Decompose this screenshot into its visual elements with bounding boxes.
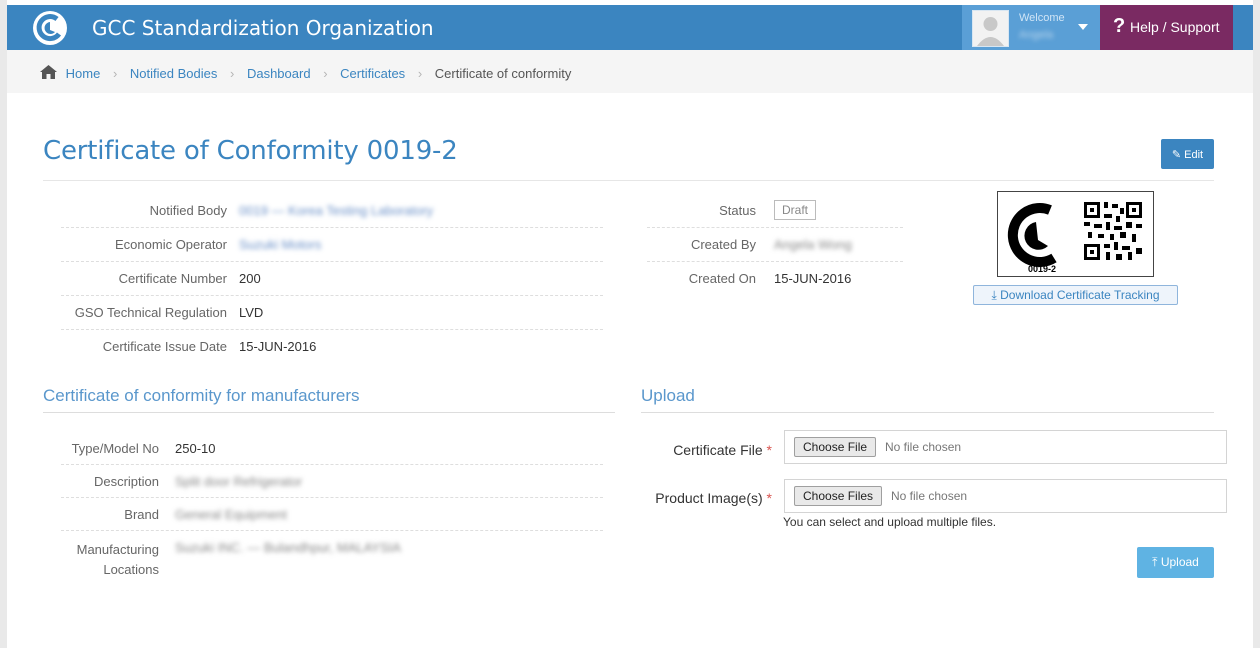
detail-label: Certificate Number xyxy=(118,271,227,286)
status-badge: Draft xyxy=(774,200,817,220)
manufacturers-section-title: Certificate of conformity for manufactur… xyxy=(43,386,360,405)
breadcrumb-home[interactable]: Home xyxy=(66,66,101,81)
user-name: Angela xyxy=(1019,29,1054,41)
locations-label-line1: Manufacturing xyxy=(76,542,159,557)
pencil-icon: ✎ xyxy=(1171,148,1182,161)
detail-value: Split door Refrigerator xyxy=(175,474,303,489)
breadcrumb-separator: › xyxy=(417,66,423,82)
choose-files-button[interactable]: Choose Files xyxy=(794,486,883,506)
app-title[interactable]: GCC Standardization Organization xyxy=(92,16,434,40)
meta-label: Created On xyxy=(688,271,756,286)
top-navbar: GCC Standardization Organization Welcome… xyxy=(7,5,1253,50)
divider xyxy=(647,227,903,228)
home-icon[interactable] xyxy=(40,65,57,82)
help-support-label: Help / Support xyxy=(1130,19,1220,35)
divider xyxy=(61,227,603,228)
download-icon: ⤓ xyxy=(991,287,997,302)
upload-icon: ⤒ xyxy=(1152,555,1158,569)
download-label: Download Certificate Tracking xyxy=(1000,287,1160,302)
detail-label: Economic Operator xyxy=(115,237,227,252)
edit-button[interactable]: ✎ Edit xyxy=(1161,139,1214,169)
breadcrumb: Home › Notified Bodies › Dashboard › Cer… xyxy=(7,50,1253,93)
detail-label: Brand xyxy=(124,507,159,522)
divider xyxy=(641,412,1214,413)
detail-value: 0019 — Korea Testing Laboratory xyxy=(239,203,434,218)
detail-value: Suzuki INC. — Bulandhpur, MALAYSIA xyxy=(175,540,401,555)
certificate-file-label-text: Certificate File xyxy=(673,442,763,458)
meta-label: Created By xyxy=(690,237,756,252)
page-title: Certificate of Conformity 0019-2 xyxy=(43,136,458,166)
welcome-text: Welcome xyxy=(1019,12,1065,24)
page-frame: GCC Standardization Organization Welcome… xyxy=(7,0,1253,648)
status-badge-wrap: Draft xyxy=(774,200,817,220)
meta-label: Status xyxy=(719,203,756,218)
breadcrumb-separator: › xyxy=(323,66,328,82)
choose-file-button[interactable]: Choose File xyxy=(794,437,877,457)
help-support-button[interactable]: ? Help / Support xyxy=(1100,5,1233,50)
breadcrumb-separator: › xyxy=(229,66,235,82)
required-mark: * xyxy=(766,490,772,506)
divider xyxy=(61,329,603,330)
breadcrumb-notified-bodies[interactable]: Notified Bodies xyxy=(130,66,217,81)
no-file-chosen-text: No file chosen xyxy=(891,489,968,503)
meta-value: Angela Wong xyxy=(774,237,852,252)
product-images-label: Product Image(s) * xyxy=(655,490,772,506)
detail-label: Description xyxy=(93,474,159,489)
tracking-code: 0019-2 xyxy=(1028,264,1056,274)
upload-section-title: Upload xyxy=(641,386,695,405)
upload-label: Upload xyxy=(1160,555,1199,569)
detail-value: 250-10 xyxy=(175,441,216,456)
avatar xyxy=(972,10,1009,47)
question-mark-icon: ? xyxy=(1113,15,1126,37)
detail-label: Certificate Issue Date xyxy=(102,339,227,354)
breadcrumb-current: Certificate of conformity xyxy=(434,66,572,82)
detail-label: Manufacturing Locations xyxy=(77,540,159,580)
divider xyxy=(61,497,603,498)
multiple-files-helper: You can select and upload multiple files… xyxy=(783,515,997,529)
required-mark: * xyxy=(766,442,772,458)
detail-value: Suzuki Motors xyxy=(239,237,322,252)
upload-button[interactable]: ⤒ Upload xyxy=(1137,547,1214,578)
product-images-label-text: Product Image(s) xyxy=(655,490,763,506)
caret-down-icon xyxy=(1078,24,1088,30)
detail-label: Type/Model No xyxy=(71,441,159,456)
divider xyxy=(61,295,603,296)
breadcrumb-separator: › xyxy=(112,66,118,82)
detail-label: Notified Body xyxy=(149,203,227,218)
detail-label: GSO Technical Regulation xyxy=(74,305,227,320)
certificate-file-label: Certificate File * xyxy=(673,442,772,458)
no-file-chosen-text: No file chosen xyxy=(885,440,962,454)
locations-label-line2: Locations xyxy=(103,562,159,577)
meta-value: 15-JUN-2016 xyxy=(774,271,852,286)
detail-value: 200 xyxy=(239,271,261,286)
certificate-file-input[interactable]: Choose File No file chosen xyxy=(784,430,1227,464)
detail-value: 15-JUN-2016 xyxy=(239,339,317,354)
divider xyxy=(647,261,903,262)
gso-logo-icon[interactable] xyxy=(33,11,67,45)
divider xyxy=(61,464,603,465)
download-certificate-tracking-button[interactable]: ⤓ Download Certificate Tracking xyxy=(973,285,1178,305)
product-images-input[interactable]: Choose Files No file chosen xyxy=(784,479,1227,513)
breadcrumb-certificates[interactable]: Certificates xyxy=(340,66,405,81)
edit-label: Edit xyxy=(1184,148,1204,161)
certificate-tracking-qr: 0019-2 xyxy=(997,191,1154,277)
breadcrumb-dashboard[interactable]: Dashboard xyxy=(247,66,311,81)
divider xyxy=(61,530,603,531)
divider xyxy=(43,180,1214,181)
divider xyxy=(43,412,615,413)
detail-value: General Equipment xyxy=(175,507,288,522)
user-menu-toggle[interactable]: Welcome Angela xyxy=(962,5,1100,50)
divider xyxy=(61,261,603,262)
detail-value: LVD xyxy=(239,305,264,320)
